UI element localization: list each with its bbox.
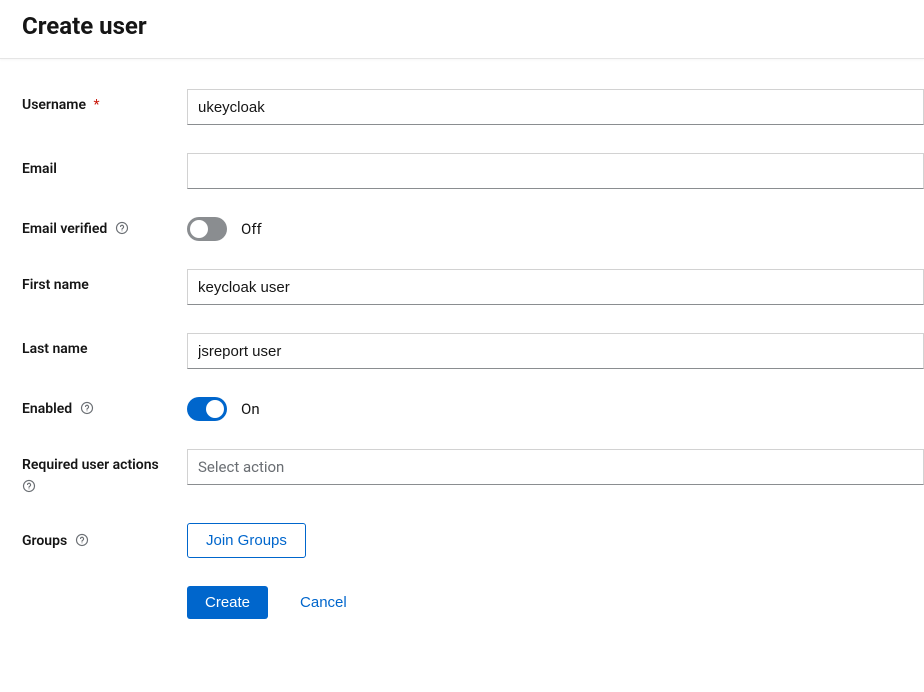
row-email-verified: Email verified Off	[22, 217, 924, 241]
help-icon[interactable]	[75, 533, 89, 547]
username-input[interactable]	[187, 89, 924, 125]
label-email-verified: Email verified	[22, 217, 187, 237]
label-enabled: Enabled	[22, 397, 187, 417]
required-marker: *	[93, 97, 99, 113]
label-required-actions: Required user actions	[22, 449, 187, 495]
label-first-name: First name	[22, 269, 187, 293]
row-enabled: Enabled On	[22, 397, 924, 421]
help-icon[interactable]	[115, 221, 129, 235]
email-verified-state: Off	[241, 220, 262, 238]
row-groups: Groups Join Groups	[22, 523, 924, 558]
row-username: Username *	[22, 89, 924, 125]
first-name-input[interactable]	[187, 269, 924, 305]
label-groups: Groups	[22, 523, 187, 549]
email-input[interactable]	[187, 153, 924, 189]
row-required-actions: Required user actions Select action	[22, 449, 924, 495]
row-last-name: Last name	[22, 333, 924, 369]
page-title: Create user	[22, 12, 902, 40]
help-icon[interactable]	[80, 401, 94, 415]
create-user-form: Username * Email Email verified Off	[0, 59, 924, 649]
cancel-button[interactable]: Cancel	[286, 586, 361, 619]
row-first-name: First name	[22, 269, 924, 305]
enabled-toggle[interactable]	[187, 397, 227, 421]
label-email: Email	[22, 153, 187, 177]
enabled-state: On	[241, 400, 260, 418]
form-actions: Create Cancel	[22, 586, 924, 619]
label-username: Username *	[22, 89, 187, 113]
join-groups-button[interactable]: Join Groups	[187, 523, 306, 558]
help-icon[interactable]	[22, 479, 36, 493]
email-verified-toggle[interactable]	[187, 217, 227, 241]
create-button[interactable]: Create	[187, 586, 268, 619]
row-email: Email	[22, 153, 924, 189]
page-header: Create user	[0, 0, 924, 59]
last-name-input[interactable]	[187, 333, 924, 369]
required-actions-select[interactable]: Select action	[187, 449, 924, 485]
label-last-name: Last name	[22, 333, 187, 357]
